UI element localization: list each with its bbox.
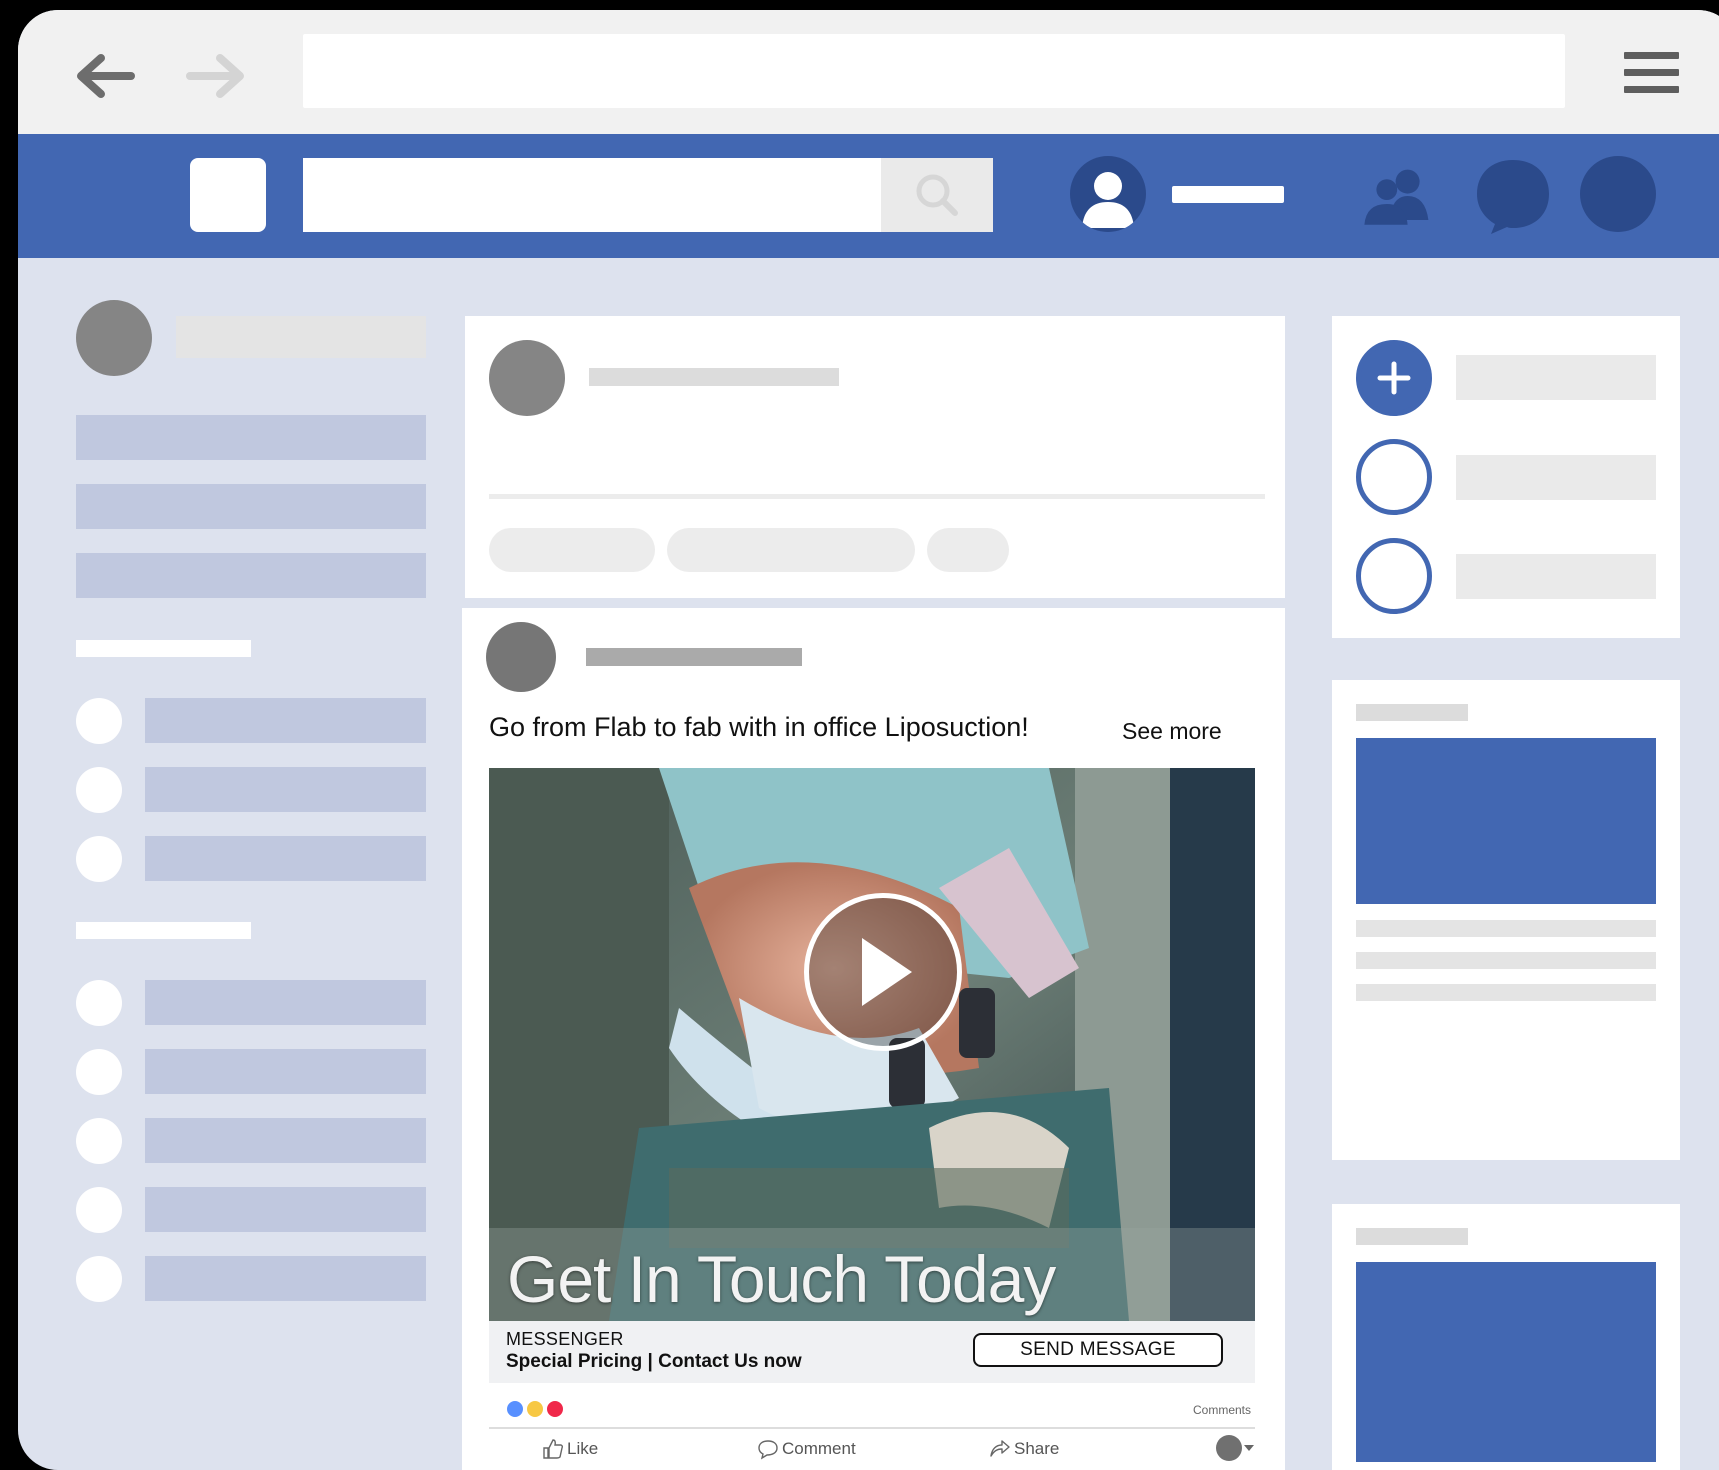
share-icon [990,1440,1010,1457]
back-arrow-icon[interactable] [70,46,140,106]
sidebar-item[interactable] [76,553,426,598]
post-author-name-placeholder[interactable] [586,648,802,666]
post-video[interactable]: Get In Touch Today [489,768,1255,1321]
user-avatar-icon[interactable] [1070,156,1146,232]
shortcut-label-placeholder[interactable] [1456,355,1656,400]
sidebar-item[interactable] [76,484,426,529]
sidebar-item-icon [76,767,122,813]
cta-subtitle: MESSENGER [506,1329,624,1349]
share-label: Share [1014,1439,1060,1458]
forward-arrow-icon[interactable] [181,46,251,106]
shortcut-circle-icon[interactable] [1356,538,1432,614]
audience-avatar [1216,1435,1242,1461]
sidebar-name-placeholder[interactable] [176,316,426,358]
sidebar-avatar[interactable] [76,300,152,376]
composer-option-button[interactable] [927,528,1009,572]
sidebar-item-icon [76,1187,122,1233]
sidebar-section-heading [76,640,251,657]
shortcuts-card [1332,316,1680,638]
sidebar-item[interactable] [145,1118,426,1163]
composer-divider [489,494,1265,499]
browser-toolbar [18,10,1719,134]
profile-name-placeholder[interactable] [1172,186,1284,203]
sponsored-card [1332,680,1680,1160]
send-message-button[interactable]: SEND MESSAGE [973,1333,1223,1367]
like-icon [543,1439,564,1459]
facebook-header [18,134,1719,258]
composer-prompt-placeholder[interactable] [589,368,839,386]
like-reaction-icon [506,1400,524,1418]
sponsored-card [1332,1204,1680,1470]
sidebar-item[interactable] [145,980,426,1025]
shortcut-label-placeholder[interactable] [1456,455,1656,500]
friends-icon[interactable] [1358,156,1438,236]
sidebar-item-icon [76,836,122,882]
sponsored-image[interactable] [1356,1262,1656,1462]
action-divider [489,1427,1255,1429]
search-icon[interactable] [881,158,993,232]
address-bar[interactable] [303,34,1565,108]
comment-button[interactable]: Comment [757,1438,856,1460]
like-label: Like [567,1439,599,1458]
cta-title: Special Pricing | Contact Us now [506,1351,802,1372]
sidebar-item[interactable] [145,1049,426,1094]
card-heading-placeholder [1356,1228,1468,1245]
sidebar-item-icon [76,1118,122,1164]
post-author-avatar[interactable] [486,622,556,692]
comment-label: Comment [782,1439,856,1458]
play-icon[interactable] [804,893,962,1051]
card-text-placeholder [1356,920,1656,937]
like-button[interactable]: Like [542,1438,598,1460]
post-audience-selector[interactable] [1216,1435,1256,1461]
sidebar-item[interactable] [145,836,426,881]
card-heading-placeholder [1356,704,1468,721]
comments-link[interactable]: Comments [1193,1403,1251,1417]
feed-post: Go from Flab to fab with in office Lipos… [462,608,1285,1470]
sidebar-section-heading [76,922,251,939]
post-composer [465,316,1285,598]
composer-option-button[interactable] [667,528,915,572]
post-text: Go from Flab to fab with in office Lipos… [489,712,1029,742]
sidebar-item-icon [76,980,122,1026]
share-button[interactable]: Share [989,1438,1059,1460]
card-text-placeholder [1356,984,1656,1001]
call-to-action-bar: MESSENGER Special Pricing | Contact Us n… [489,1321,1255,1383]
messenger-icon[interactable] [1473,156,1553,236]
chevron-down-icon [1244,1445,1254,1451]
plus-icon[interactable] [1356,340,1432,416]
browser-window: Go from Flab to fab with in office Lipos… [18,10,1719,1470]
hamburger-menu-icon[interactable] [1624,48,1684,98]
sidebar-item[interactable] [145,1187,426,1232]
comment-icon [758,1440,778,1460]
facebook-logo[interactable] [190,158,266,232]
search-input[interactable] [303,158,993,232]
sidebar-item-icon [76,1049,122,1095]
sidebar-item[interactable] [145,767,426,812]
notifications-icon[interactable] [1580,156,1656,232]
sidebar-item[interactable] [145,1256,426,1301]
composer-avatar [489,340,565,416]
composer-option-button[interactable] [489,528,655,572]
card-text-placeholder [1356,952,1656,969]
shortcut-label-placeholder[interactable] [1456,554,1656,599]
love-reaction-icon [546,1400,564,1418]
video-caption: Get In Touch Today [507,1242,1056,1316]
sidebar-item[interactable] [76,415,426,460]
sidebar-item[interactable] [145,698,426,743]
sidebar-item-icon [76,698,122,744]
shortcut-circle-icon[interactable] [1356,439,1432,515]
sidebar-item-icon [76,1256,122,1302]
sponsored-image[interactable] [1356,738,1656,904]
wow-reaction-icon [526,1400,544,1418]
reaction-summary[interactable] [506,1400,566,1418]
see-more-link[interactable]: See more [1122,718,1222,745]
